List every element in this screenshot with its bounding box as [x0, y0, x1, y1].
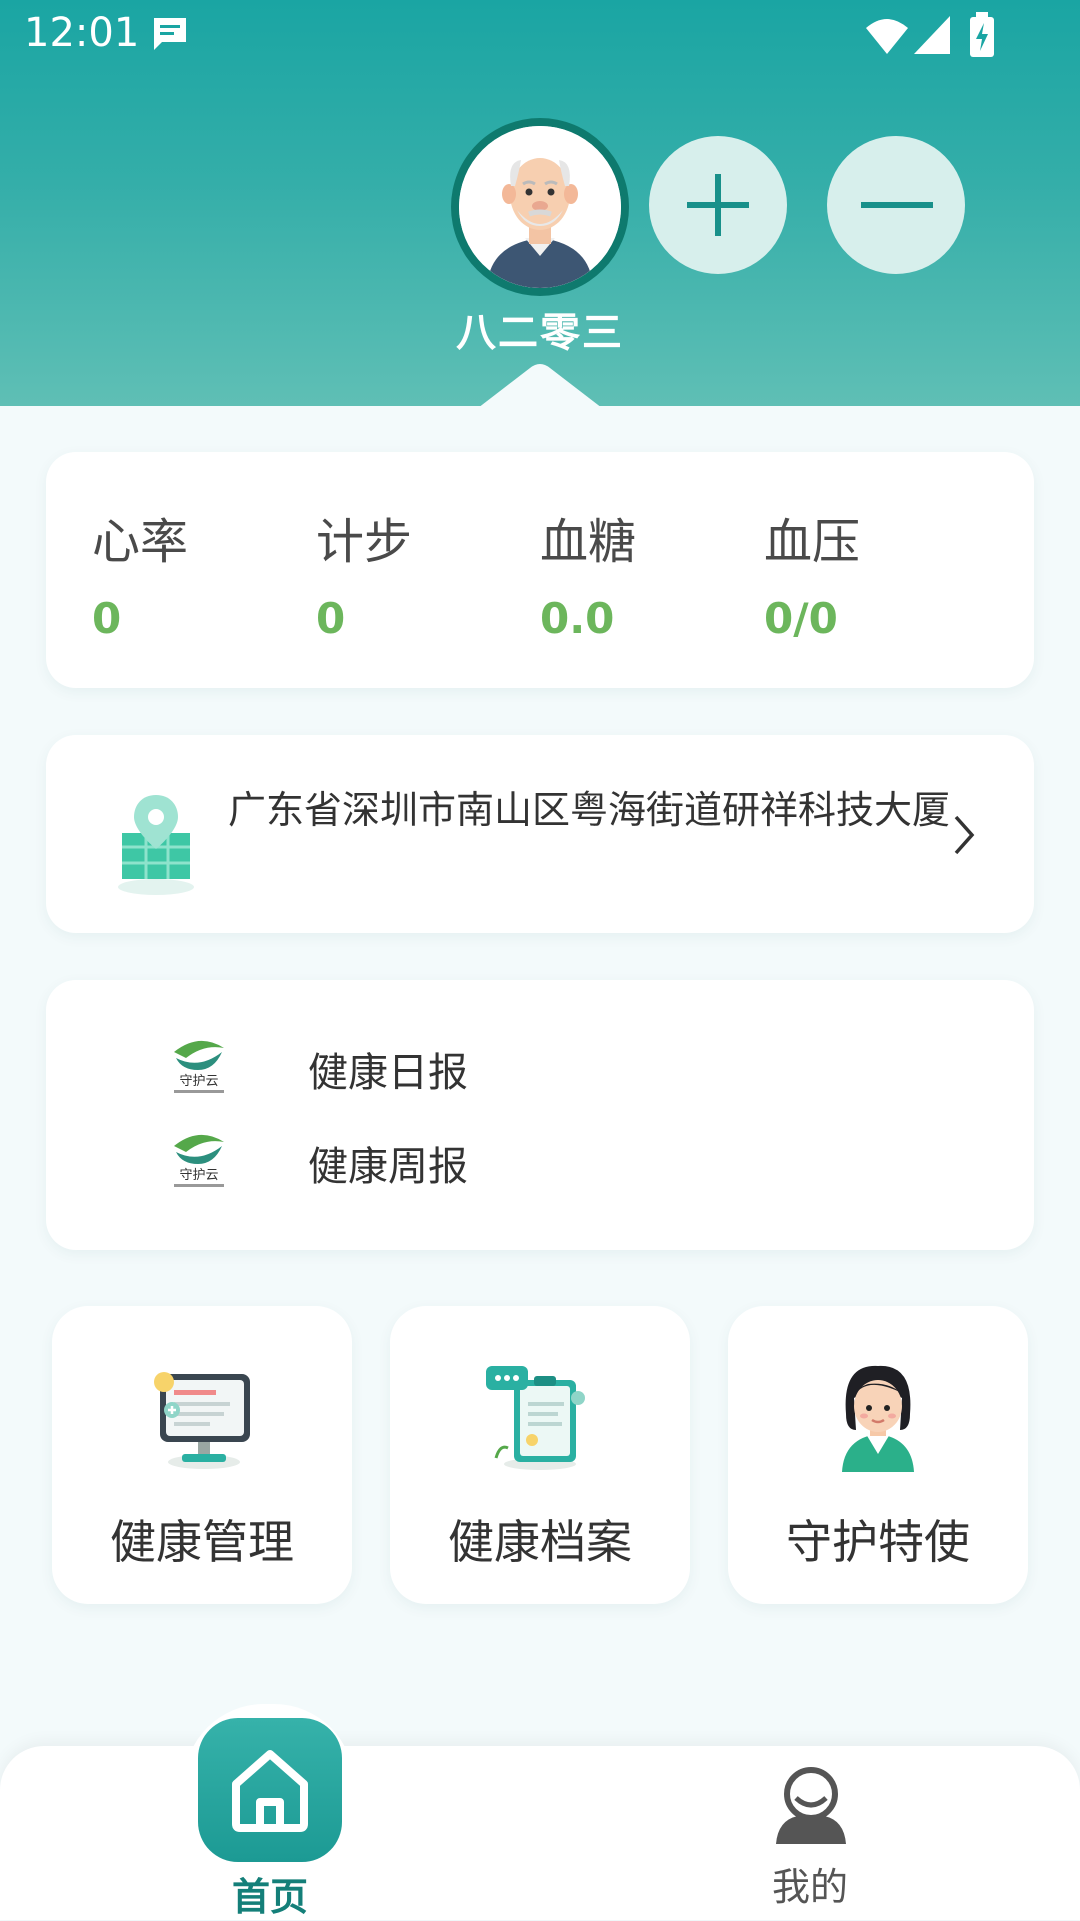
remove-member-button[interactable] [827, 136, 965, 274]
guardian-agent-icon [818, 1354, 938, 1474]
health-management-tile[interactable]: 健康管理 [52, 1306, 352, 1604]
watchcare-logo-icon: 守护云 [164, 1124, 234, 1194]
tile-label: 健康管理 [110, 1515, 294, 1569]
user-name: 八二零三 [456, 310, 624, 356]
vital-value: 0.0 [540, 594, 615, 643]
watchcare-logo-icon: 守护云 [164, 1030, 234, 1100]
guardian-agent-tile[interactable]: 守护特使 [728, 1306, 1028, 1604]
battery-charging-icon [968, 12, 996, 62]
chevron-right-icon[interactable] [950, 813, 978, 861]
add-member-button[interactable] [649, 136, 787, 274]
health-record-tile[interactable]: 健康档案 [390, 1306, 690, 1604]
weekly-report-label: 健康周报 [308, 1144, 468, 1190]
tab-mine-label[interactable]: 我的 [740, 1856, 880, 1911]
vital-label: 计步 [316, 514, 413, 570]
vital-label: 血压 [764, 514, 861, 570]
daily-report-item[interactable]: 守护云 健康日报 [164, 1030, 664, 1100]
profile-header: 12:01 八二零三 [0, 0, 1080, 408]
vital-label: 血糖 [540, 514, 637, 570]
tile-label: 健康档案 [448, 1515, 632, 1569]
tab-home[interactable] [198, 1718, 342, 1862]
home-icon [232, 1750, 308, 1832]
health-monitor-icon [142, 1354, 262, 1474]
vitals-card[interactable]: 心率 0 计步 0 血糖 0.0 血压 0/0 [46, 452, 1034, 688]
svg-text:守护云: 守护云 [179, 1168, 218, 1183]
user-avatar[interactable] [451, 118, 629, 296]
tab-home-label[interactable]: 首页 [200, 1866, 340, 1921]
signal-icon [912, 14, 952, 60]
status-bar: 12:01 [0, 0, 1080, 72]
vital-value: 0/0 [764, 594, 838, 643]
vital-steps: 计步 0 [316, 502, 536, 643]
vital-blood-sugar: 血糖 0.0 [540, 502, 760, 643]
status-time: 12:01 [24, 10, 140, 56]
vital-heart-rate: 心率 0 [92, 502, 312, 643]
plus-icon [687, 174, 749, 236]
bottom-navigation [0, 1746, 1080, 1920]
vital-value: 0 [316, 594, 346, 643]
vital-label: 心率 [92, 514, 189, 570]
vital-blood-pressure: 血压 0/0 [764, 502, 984, 643]
map-pin-icon [106, 787, 206, 901]
weekly-report-item[interactable]: 守护云 健康周报 [164, 1124, 664, 1194]
selection-pointer [478, 364, 602, 408]
minus-icon [861, 202, 933, 208]
health-record-icon [480, 1354, 600, 1474]
message-icon [150, 14, 190, 58]
svg-text:守护云: 守护云 [179, 1074, 218, 1089]
tile-label: 守护特使 [786, 1515, 970, 1569]
location-card[interactable]: 广东省深圳市南山区粤海街道研祥科技大厦 [46, 735, 1034, 933]
reports-card: 守护云 健康日报 守护云 健康周报 [46, 980, 1034, 1250]
wifi-icon [864, 16, 910, 60]
vital-value: 0 [92, 594, 122, 643]
daily-report-label: 健康日报 [308, 1050, 468, 1096]
elderly-man-avatar-icon [459, 126, 621, 288]
profile-user-icon[interactable] [766, 1758, 856, 1852]
location-address: 广东省深圳市南山区粤海街道研祥科技大厦 [228, 788, 951, 832]
